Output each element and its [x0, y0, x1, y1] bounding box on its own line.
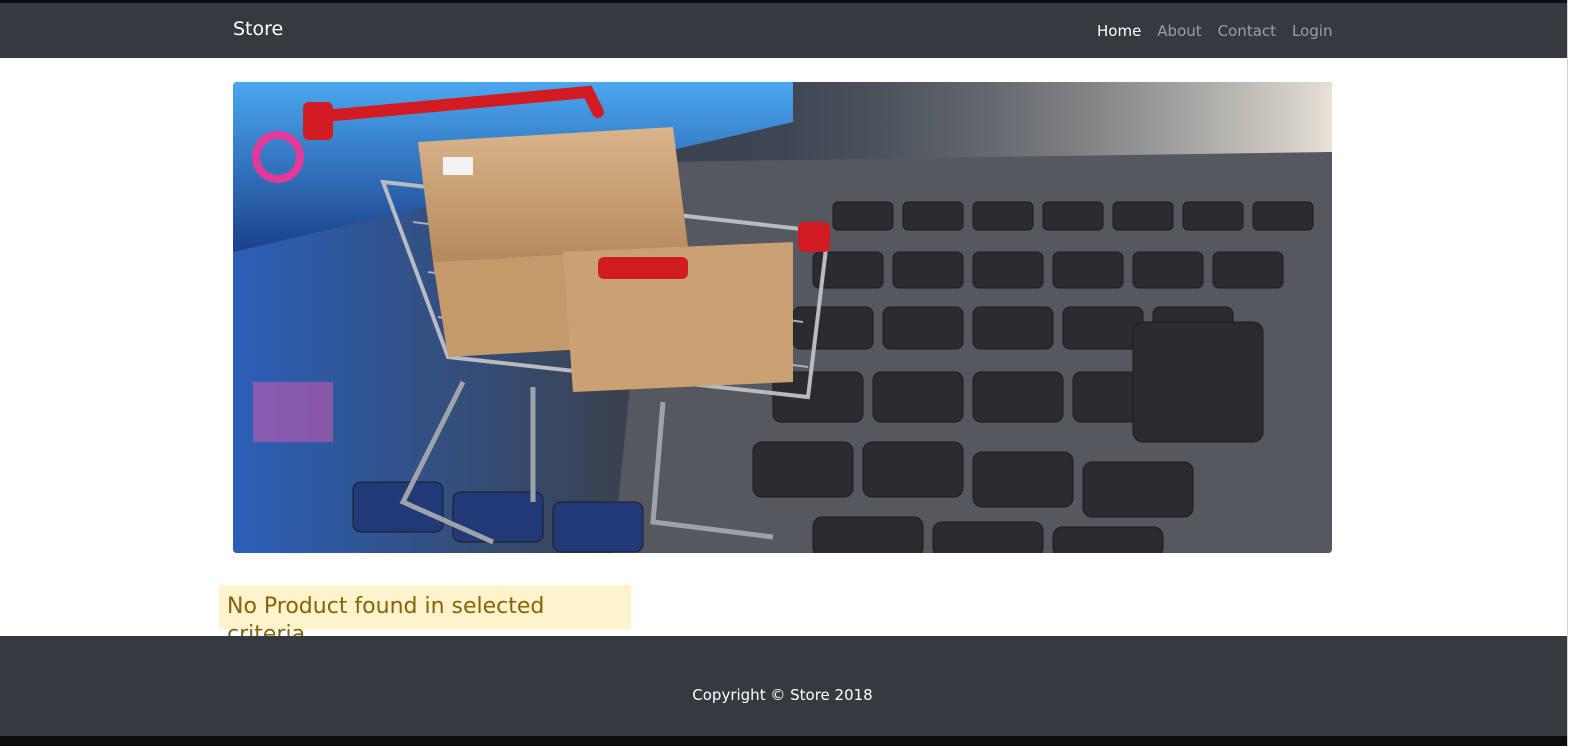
hero-image [233, 82, 1332, 553]
brand-link[interactable]: Store [233, 18, 283, 40]
hero-illustration [233, 82, 1332, 553]
nav-link-home[interactable]: Home [1097, 22, 1141, 40]
window-bottom-edge [0, 736, 1567, 746]
nav-links: Home About Contact Login [1097, 22, 1332, 40]
footer: Copyright © Store 2018 [0, 636, 1567, 736]
nav-link-contact[interactable]: Contact [1218, 22, 1276, 40]
nav-link-about[interactable]: About [1157, 22, 1201, 40]
no-product-alert: No Product found in selected criteria [219, 585, 631, 647]
copyright-text: Copyright © Store 2018 [692, 686, 873, 704]
navbar: Store Home About Contact Login [0, 3, 1567, 58]
window-right-edge [1567, 0, 1585, 746]
nav-link-login[interactable]: Login [1292, 22, 1332, 40]
